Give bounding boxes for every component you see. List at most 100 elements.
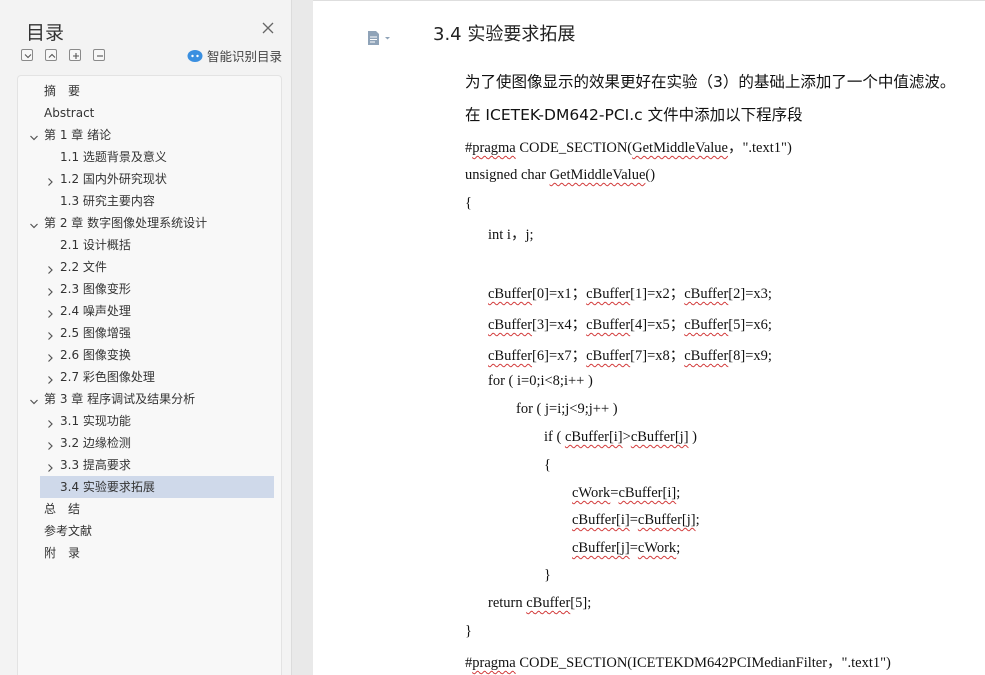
chevron-right-icon[interactable]: [44, 459, 56, 472]
document-line[interactable]: cBuffer[3]=x4；cBuffer[4]=x5；cBuffer[5]=x…: [488, 313, 772, 334]
spellcheck-flagged-text: cBuffer[j]: [637, 512, 696, 528]
toc-item[interactable]: 2.4 噪声处理: [18, 300, 274, 322]
document-line[interactable]: }: [544, 567, 551, 584]
document-line[interactable]: cBuffer[6]=x7；cBuffer[7]=x8；cBuffer[8]=x…: [488, 344, 772, 365]
toc-item[interactable]: 2.1 设计概括: [18, 234, 274, 256]
chevron-right-icon[interactable]: [44, 327, 56, 340]
document-line[interactable]: if ( cBuffer[i]>cBuffer[j] ): [544, 429, 697, 446]
toc-item[interactable]: Abstract: [18, 102, 274, 124]
toc-item[interactable]: 2.2 文件: [18, 256, 274, 278]
toc-item-label: 2.3 图像变形: [60, 282, 131, 296]
document-line[interactable]: 在 ICETEK-DM642-PCI.c 文件中添加以下程序段: [465, 103, 803, 125]
remove-heading-icon[interactable]: [93, 49, 105, 61]
line-text: [5]=x6;: [728, 317, 772, 333]
spellcheck-flagged-text: cBuffer: [488, 286, 533, 302]
chevron-right-icon[interactable]: [44, 371, 56, 384]
document-line[interactable]: int i，j;: [488, 223, 534, 244]
ai-cloud-icon: [187, 48, 203, 67]
add-heading-icon[interactable]: [69, 49, 81, 61]
toc-item[interactable]: 3.4 实验要求拓展: [40, 476, 274, 498]
toc-item[interactable]: 第 3 章 程序调试及结果分析: [18, 388, 274, 410]
toc-item-label: 2.1 设计概括: [60, 238, 131, 252]
toc-item[interactable]: 3.1 实现功能: [18, 410, 274, 432]
close-icon[interactable]: [260, 20, 276, 36]
line-text: [1]=x2；: [630, 286, 685, 302]
toc-item[interactable]: 摘 要: [18, 80, 274, 102]
spellcheck-flagged-text: cBuffer: [488, 348, 533, 364]
chevron-right-icon[interactable]: [44, 305, 56, 318]
document-line[interactable]: #pragma CODE_SECTION(GetMiddleValue，".te…: [465, 136, 792, 157]
document-line[interactable]: for ( j=i;j<9;j++ ): [516, 401, 618, 418]
expand-all-icon[interactable]: [45, 49, 57, 61]
spellcheck-flagged-text: pragma: [472, 140, 516, 156]
toc-item-label: 2.4 噪声处理: [60, 304, 131, 318]
spellcheck-flagged-text: cBuffer: [488, 317, 533, 333]
toc-panel: 目录 智能识别目录 摘 要 Abstract 第 1 章 绪论 1.1 选题背景及意义…: [0, 0, 292, 675]
spellcheck-flagged-text: cBuffer: [586, 348, 631, 364]
line-text: [3]=x4；: [532, 317, 587, 333]
line-text: =: [629, 512, 638, 528]
chevron-right-icon[interactable]: [44, 173, 56, 186]
toc-item[interactable]: 参考文献: [18, 520, 274, 542]
toc-item-label: 摘 要: [44, 84, 81, 98]
toc-item[interactable]: 第 1 章 绪论: [18, 124, 274, 146]
toc-item-label: 3.1 实现功能: [60, 414, 131, 428]
toc-item-label: 1.3 研究主要内容: [60, 194, 155, 208]
toc-item[interactable]: 总 结: [18, 498, 274, 520]
line-text: return: [488, 595, 527, 611]
document-line[interactable]: {: [544, 457, 551, 474]
toc-item[interactable]: 1.1 选题背景及意义: [18, 146, 274, 168]
spellcheck-flagged-text: GetMiddleValue: [549, 167, 646, 183]
chevron-right-icon[interactable]: [44, 349, 56, 362]
toc-item[interactable]: 第 2 章 数字图像处理系统设计: [18, 212, 274, 234]
document-line[interactable]: {: [465, 195, 472, 212]
chevron-down-icon[interactable]: [28, 393, 40, 405]
spellcheck-flagged-text: cBuffer: [684, 286, 729, 302]
toc-item-label: 2.7 彩色图像处理: [60, 370, 155, 384]
document-line[interactable]: return cBuffer[5];: [488, 595, 591, 612]
chevron-right-icon[interactable]: [44, 261, 56, 274]
toc-item[interactable]: 3.2 边缘检测: [18, 432, 274, 454]
document-line[interactable]: cWork=cBuffer[i];: [572, 485, 680, 502]
toc-item[interactable]: 1.3 研究主要内容: [18, 190, 274, 212]
document-line[interactable]: }: [465, 623, 472, 640]
toc-item-label: 第 2 章 数字图像处理系统设计: [44, 216, 208, 230]
toc-item[interactable]: 2.5 图像增强: [18, 322, 274, 344]
spellcheck-flagged-text: cBuffer: [586, 317, 631, 333]
line-text: [5];: [570, 595, 592, 611]
document-line[interactable]: cBuffer[0]=x1；cBuffer[1]=x2；cBuffer[2]=x…: [488, 282, 772, 303]
toc-item[interactable]: 2.6 图像变换: [18, 344, 274, 366]
line-text: 为了使图像显示的效果更好在实验（3）的基础上添加了一个中值滤波。: [465, 73, 956, 91]
spellcheck-flagged-text: cBuffer[i]: [564, 429, 623, 445]
document-line[interactable]: cBuffer[j]=cWork;: [572, 540, 680, 557]
line-text: (): [645, 167, 656, 183]
document-line[interactable]: #pragma CODE_SECTION(ICETEKDM642PCIMedia…: [465, 651, 891, 672]
line-text: if (: [544, 429, 565, 445]
document-page[interactable]: [313, 0, 985, 675]
paragraph-menu-icon[interactable]: [366, 30, 392, 46]
line-text: ，".text1"): [727, 140, 792, 156]
spellcheck-flagged-text: cBuffer[j]: [572, 540, 630, 556]
smart-toc-button[interactable]: 智能识别目录: [187, 49, 282, 65]
line-text: }: [544, 567, 551, 583]
document-line[interactable]: cBuffer[i]=cBuffer[j];: [572, 512, 700, 529]
toc-item[interactable]: 附 录: [18, 542, 274, 564]
chevron-right-icon[interactable]: [44, 283, 56, 296]
toc-item-label: 3.4 实验要求拓展: [60, 480, 155, 494]
chevron-down-icon[interactable]: [28, 129, 40, 141]
toc-item[interactable]: 2.3 图像变形: [18, 278, 274, 300]
toc-item[interactable]: 1.2 国内外研究现状: [18, 168, 274, 190]
line-text: =: [629, 540, 638, 556]
chevron-down-icon[interactable]: [28, 217, 40, 229]
chevron-right-icon[interactable]: [44, 415, 56, 428]
spellcheck-flagged-text: cBuffer[j]: [630, 429, 689, 445]
spellcheck-flagged-text: cBuffer: [526, 595, 571, 611]
collapse-all-icon[interactable]: [21, 49, 33, 61]
document-line[interactable]: unsigned char GetMiddleValue(): [465, 167, 655, 184]
document-line[interactable]: 为了使图像显示的效果更好在实验（3）的基础上添加了一个中值滤波。: [465, 70, 955, 92]
chevron-right-icon[interactable]: [44, 437, 56, 450]
document-line[interactable]: for ( i=0;i<8;i++ ): [488, 373, 593, 390]
spellcheck-flagged-text: pragma: [472, 655, 516, 671]
toc-item[interactable]: 2.7 彩色图像处理: [18, 366, 274, 388]
toc-item[interactable]: 3.3 提高要求: [18, 454, 274, 476]
